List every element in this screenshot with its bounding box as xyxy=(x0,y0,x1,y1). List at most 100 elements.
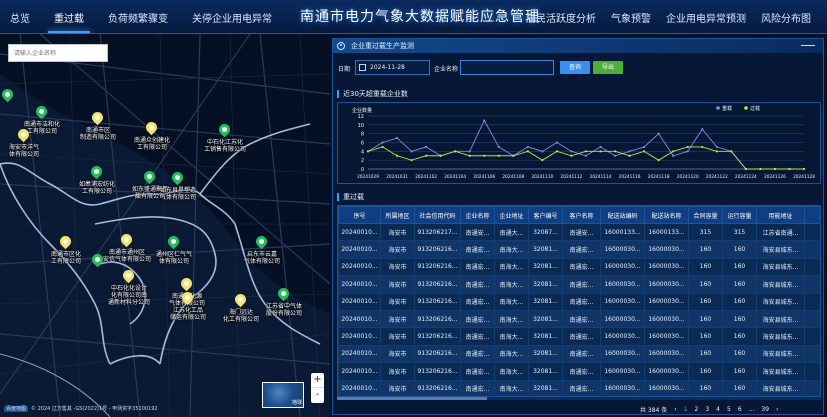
page-number[interactable]: 5 xyxy=(727,406,731,413)
company-name-input[interactable] xyxy=(460,60,554,75)
overload-table-container[interactable]: 序号 所属地区 社会信用代码 企业名称 企业地址 客户编号 客户名称 配送站编码 配送站名称 合同… xyxy=(337,205,821,397)
map-marker-icon[interactable] xyxy=(232,291,249,308)
legend-marker xyxy=(744,106,748,110)
map-marker-icon[interactable] xyxy=(143,119,160,136)
table-cell: 160 xyxy=(722,240,757,259)
column-header[interactable]: 企业名称 xyxy=(460,206,495,224)
column-header[interactable]: 配送站编码 xyxy=(600,206,645,224)
nav-item-nav_right-3[interactable]: 风险分布图 xyxy=(759,10,813,25)
table-horizontal-scrollbar[interactable] xyxy=(337,397,821,400)
map-type-thumbnail[interactable]: 地球 xyxy=(262,382,304,408)
nav-item-nav_right-1[interactable]: 气象预警 xyxy=(609,10,653,25)
table-row[interactable]: 20240010... 海安市 913206216... 南通宏... 南海大... 32… xyxy=(338,327,820,346)
column-header[interactable]: 客户名称 xyxy=(562,206,601,224)
map-marker-icon[interactable] xyxy=(120,267,137,284)
column-header[interactable]: 社会信用代码 xyxy=(414,206,461,224)
table-row[interactable]: 20240010... 海安市 913206216... 南通宏... 南海大... 32… xyxy=(338,275,820,294)
search-button[interactable]: 查询 xyxy=(560,61,590,74)
map-marker-icon[interactable] xyxy=(0,86,16,103)
map-marker-icon[interactable] xyxy=(89,109,106,126)
pin-shape xyxy=(89,109,106,126)
export-button[interactable]: 导出 xyxy=(593,61,623,74)
map-search-input[interactable] xyxy=(8,44,108,62)
column-header[interactable]: 企业地址 xyxy=(494,206,529,224)
page-number[interactable]: 1 xyxy=(684,406,688,413)
map-marker-icon[interactable] xyxy=(179,289,196,306)
map-marker-icon[interactable] xyxy=(118,231,135,248)
column-header[interactable]: 序号 xyxy=(338,206,381,224)
series-point xyxy=(701,128,704,131)
page-number[interactable]: 3 xyxy=(705,406,709,413)
map-marker-icon[interactable] xyxy=(178,275,195,292)
table-cell: 南通宏... xyxy=(562,379,601,396)
table-cell: 913206217... xyxy=(414,222,461,242)
enterprise-map[interactable]: 南通市洁和化工有限公司南通市区制造有限公司海安市洋气体有限公司南通众创建化工有限… xyxy=(0,34,330,417)
table-row[interactable]: 20240010... 海安市 913206216... 南通宏... 南海大... 32… xyxy=(338,257,820,277)
prev-page-button[interactable]: ‹ xyxy=(674,406,676,413)
column-header[interactable]: 客户编号 xyxy=(528,206,563,224)
column-header[interactable]: 综合功率 xyxy=(804,206,820,224)
table-row[interactable]: 20240010... 海安市 913206216... 南通宏... 南海大... 32… xyxy=(338,309,820,329)
chart-section-title: 近30天超重载企业数 xyxy=(337,90,408,98)
nav-item-nav_right-0[interactable]: 居民活跃度分析 xyxy=(524,10,598,25)
date-label: 日期 xyxy=(338,66,351,73)
table-cell: 32081... xyxy=(528,327,563,346)
table-row[interactable]: 20240010... 海安市 913206216... 南通宏... 南海大... 32… xyxy=(338,362,820,381)
table-row[interactable]: 20240010... 海安市 913206217... 南通安... 南通大... 32… xyxy=(338,222,820,242)
series-point xyxy=(555,141,559,144)
table-cell: 160 xyxy=(722,344,757,364)
next-page-button[interactable]: › xyxy=(776,406,778,413)
column-header[interactable]: 配送站名称 xyxy=(644,206,689,224)
map-marker-icon[interactable] xyxy=(141,168,158,185)
table-cell: 32081... xyxy=(528,362,563,381)
zoom-out-button[interactable]: - xyxy=(311,388,324,403)
table-row[interactable]: 20240010... 海安市 913206216... 南通宏... 南海大... 32… xyxy=(338,240,820,259)
series-point xyxy=(526,145,529,149)
table-cell: 20240010... xyxy=(338,292,381,311)
column-header[interactable]: 运行容量 xyxy=(722,206,757,224)
nav-item-nav_left-1[interactable]: 重过载 xyxy=(48,10,90,33)
calendar-icon xyxy=(359,64,366,71)
page-number[interactable]: 39 xyxy=(761,406,769,413)
map-marker-icon[interactable] xyxy=(89,251,106,268)
table-cell: 20240010... xyxy=(338,222,381,242)
nav-item-nav_left-2[interactable]: 负荷频繁骤变 xyxy=(106,10,170,25)
zoom-in-button[interactable]: + xyxy=(311,373,324,388)
table-cell: 241.3 xyxy=(804,275,820,294)
page-number[interactable]: 6 xyxy=(738,406,742,413)
map-marker-icon[interactable] xyxy=(275,285,292,302)
series-point xyxy=(672,150,675,153)
column-header[interactable]: 合同容量 xyxy=(688,206,723,224)
scrollbar-thumb[interactable] xyxy=(337,397,487,400)
nav-item-nav_left-0[interactable]: 总览 xyxy=(8,10,32,25)
page-number[interactable]: 4 xyxy=(716,406,720,413)
map-marker-icon[interactable] xyxy=(253,233,270,250)
nav-item-nav_left-3[interactable]: 关停企业用电异常 xyxy=(190,10,274,25)
map-marker-icon[interactable] xyxy=(57,233,74,250)
table-cell: 海安县城东... xyxy=(756,309,805,329)
map-marker-icon[interactable] xyxy=(216,121,233,138)
map-marker-icon[interactable] xyxy=(88,163,105,180)
map-marker-icon[interactable] xyxy=(165,233,182,250)
table-row[interactable]: 20240010... 海安市 913206216... 南通宏... 南海大... 32… xyxy=(338,292,820,311)
nav-item-nav_right-2[interactable]: 企业用电异常预测 xyxy=(664,10,748,25)
table-cell: 160 xyxy=(722,379,757,396)
column-header[interactable]: 用能地址 xyxy=(756,206,805,224)
pin-shape xyxy=(253,233,270,250)
y-tick-label: 10 xyxy=(358,123,364,129)
map-marker-icon[interactable] xyxy=(169,169,186,186)
legend-marker xyxy=(716,106,720,110)
series-point xyxy=(628,154,631,157)
pin-shape xyxy=(118,231,135,248)
map-marker-icon[interactable] xyxy=(15,126,32,143)
table-cell: 32081... xyxy=(528,344,563,364)
table-cell: 16000030... xyxy=(600,275,645,294)
map-marker-icon[interactable] xyxy=(33,103,50,120)
table-row[interactable]: 20240010... 海安市 913206216... 南通宏... 南海大... 32… xyxy=(338,344,820,364)
series-point xyxy=(773,167,777,171)
collapse-icon[interactable] xyxy=(801,45,815,46)
date-picker[interactable]: 2024-11-28 xyxy=(355,60,430,75)
table-row[interactable]: 20240010... 海安市 913206216... 南通宏... 南海大... 32… xyxy=(338,379,820,396)
column-header[interactable]: 所属地区 xyxy=(380,206,415,224)
page-number[interactable]: 2 xyxy=(695,406,699,413)
